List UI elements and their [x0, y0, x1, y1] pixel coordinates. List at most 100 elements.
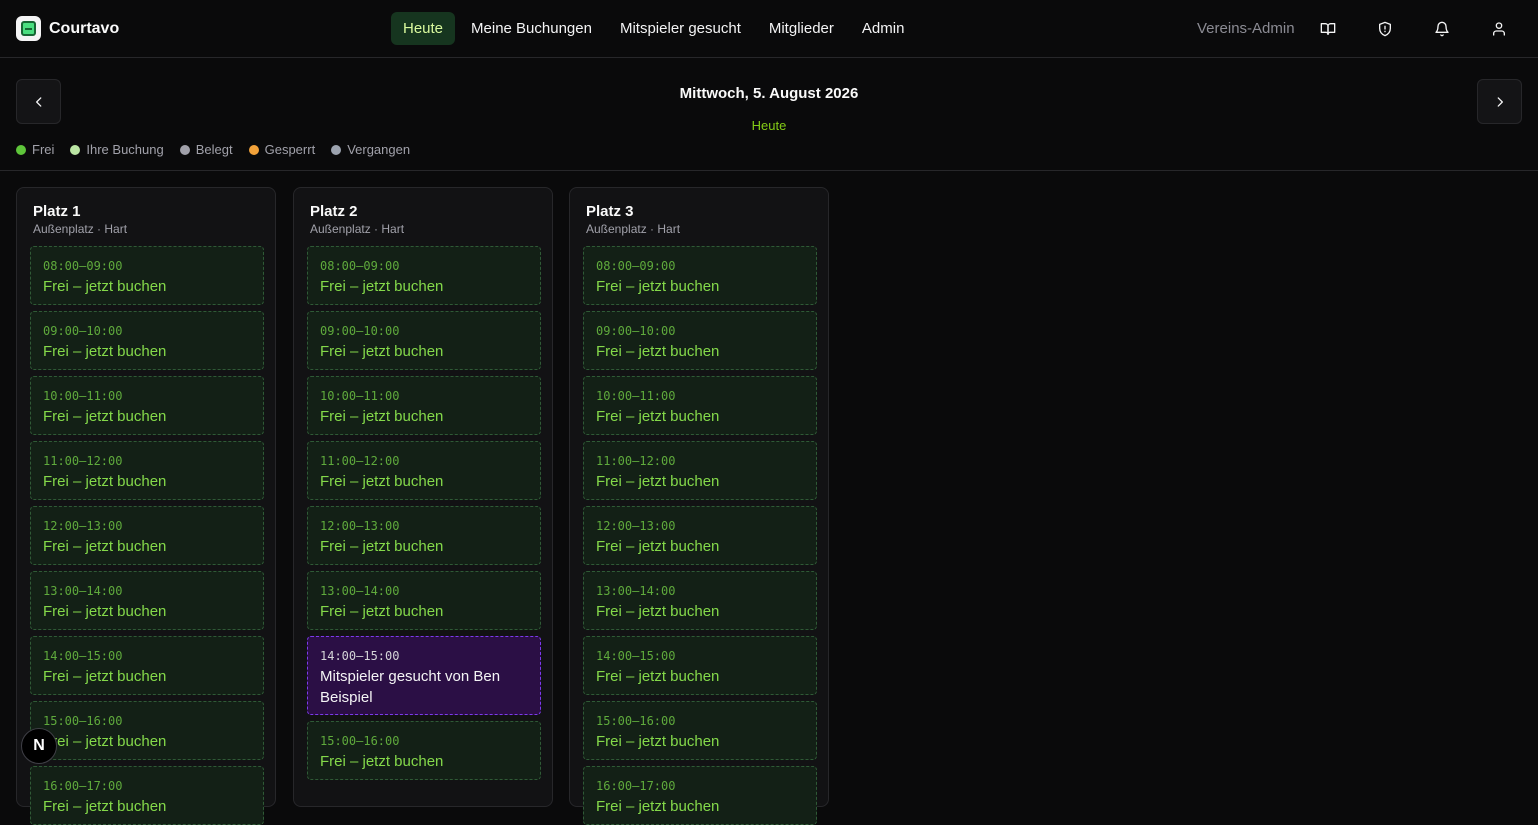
court-subtitle: Außenplatz · Hart — [586, 222, 681, 236]
nav-item-admin[interactable]: Admin — [850, 12, 917, 45]
legend-label: Ihre Buchung — [86, 142, 164, 157]
main-nav: Heute Meine Buchungen Mitspieler gesucht… — [391, 12, 916, 45]
time-slot-free[interactable]: 14:00–15:00 Frei – jetzt buchen — [583, 636, 817, 695]
slot-time: 15:00–16:00 — [596, 714, 676, 728]
slot-status: Mitspieler gesucht von Ben Beispiel — [320, 668, 501, 706]
date-navigation: Mittwoch, 5. August 2026 Heute Frei Ihre … — [0, 58, 1538, 171]
time-slot-free[interactable]: 16:00–17:00 Frei – jetzt buchen — [583, 766, 817, 825]
time-slot-free[interactable]: 09:00–10:00 Frei – jetzt buchen — [307, 311, 541, 370]
slot-status: Frei – jetzt buchen — [596, 343, 720, 360]
time-slot-free[interactable]: 13:00–14:00 Frei – jetzt buchen — [307, 571, 541, 630]
court-subtitle: Außenplatz · Hart — [310, 222, 405, 236]
slot-time: 11:00–12:00 — [43, 454, 123, 468]
time-slot-free[interactable]: 10:00–11:00 Frei – jetzt buchen — [307, 376, 541, 435]
slot-time: 08:00–09:00 — [43, 259, 123, 273]
time-slot-free[interactable]: 09:00–10:00 Frei – jetzt buchen — [30, 311, 264, 370]
court-subtitle: Außenplatz · Hart — [33, 222, 128, 236]
time-slot-free[interactable]: 12:00–13:00 Frei – jetzt buchen — [583, 506, 817, 565]
time-slot-free[interactable]: 08:00–09:00 Frei – jetzt buchen — [583, 246, 817, 305]
legend-label: Belegt — [195, 142, 233, 157]
slot-status: Frei – jetzt buchen — [596, 408, 720, 425]
slot-status: Frei – jetzt buchen — [43, 603, 167, 620]
user-icon[interactable] — [1488, 18, 1510, 40]
legend-label: Vergangen — [347, 142, 411, 157]
slot-status: Frei – jetzt buchen — [320, 753, 444, 770]
time-slot-free[interactable]: 08:00–09:00 Frei – jetzt buchen — [30, 246, 264, 305]
status-legend: Frei Ihre Buchung Belegt Gesperrt Vergangen — [16, 142, 410, 157]
time-slot-free[interactable]: 10:00–11:00 Frei – jetzt buchen — [583, 376, 817, 435]
slot-status: Frei – jetzt buchen — [596, 473, 720, 490]
slot-status: Frei – jetzt buchen — [320, 343, 444, 360]
legend-item: Belegt — [179, 142, 233, 157]
slot-status: Frei – jetzt buchen — [596, 538, 720, 555]
book-icon[interactable] — [1317, 18, 1339, 40]
slot-time: 09:00–10:00 — [596, 324, 676, 338]
slot-status: Frei – jetzt buchen — [320, 408, 444, 425]
slot-status: Frei – jetzt buchen — [596, 668, 720, 685]
slot-status: Frei – jetzt buchen — [320, 603, 444, 620]
slot-time: 14:00–15:00 — [43, 649, 123, 663]
time-slot-partner-search[interactable]: 14:00–15:00 Mitspieler gesucht von Ben Be… — [307, 636, 541, 715]
today-link[interactable]: Heute — [0, 118, 1538, 133]
nav-item-mitspieler-gesucht[interactable]: Mitspieler gesucht — [608, 12, 753, 45]
legend-item: Vergangen — [331, 142, 410, 157]
legend-item: Ihre Buchung — [70, 142, 164, 157]
next-day-button[interactable] — [1477, 79, 1522, 124]
role-label: Vereins-Admin — [1197, 20, 1295, 37]
time-slot-free[interactable]: 16:00–17:00 Frei – jetzt buchen — [30, 766, 264, 825]
slot-status: Frei – jetzt buchen — [596, 733, 720, 750]
slot-status: Frei – jetzt buchen — [596, 798, 720, 815]
nav-item-heute[interactable]: Heute — [391, 12, 456, 45]
slot-time: 09:00–10:00 — [320, 324, 400, 338]
time-slot-free[interactable]: 12:00–13:00 Frei – jetzt buchen — [30, 506, 264, 565]
slot-time: 12:00–13:00 — [596, 519, 676, 533]
court-name: Platz 2 — [310, 203, 358, 220]
slot-status: Frei – jetzt buchen — [43, 798, 167, 815]
slot-status: Frei – jetzt buchen — [43, 343, 167, 360]
time-slot-free[interactable]: 11:00–12:00 Frei – jetzt buchen — [30, 441, 264, 500]
slot-status: Frei – jetzt buchen — [320, 473, 444, 490]
nav-item-meine-buchungen[interactable]: Meine Buchungen — [459, 12, 604, 45]
court-column: Platz 1 Außenplatz · Hart 08:00–09:00 Frei … — [16, 187, 276, 825]
legend-label: Gesperrt — [264, 142, 316, 157]
time-slot-free[interactable]: 15:00–16:00 Frei – jetzt buchen — [30, 701, 264, 760]
slot-status: Frei – jetzt buchen — [596, 603, 720, 620]
time-slot-free[interactable]: 15:00–16:00 Frei – jetzt buchen — [307, 721, 541, 780]
time-slot-free[interactable]: 12:00–13:00 Frei – jetzt buchen — [307, 506, 541, 565]
time-slot-free[interactable]: 09:00–10:00 Frei – jetzt buchen — [583, 311, 817, 370]
slot-status: Frei – jetzt buchen — [43, 278, 167, 295]
time-slot-free[interactable]: 13:00–14:00 Frei – jetzt buchen — [30, 571, 264, 630]
time-slot-free[interactable]: 15:00–16:00 Frei – jetzt buchen — [583, 701, 817, 760]
time-slot-free[interactable]: 13:00–14:00 Frei – jetzt buchen — [583, 571, 817, 630]
slot-status: Frei – jetzt buchen — [43, 668, 167, 685]
legend-dot — [179, 144, 190, 155]
slot-time: 16:00–17:00 — [43, 779, 123, 793]
court-column: Platz 3 Außenplatz · Hart 08:00–09:00 Frei … — [569, 187, 829, 825]
slot-time: 14:00–15:00 — [320, 649, 400, 663]
slot-time: 13:00–14:00 — [596, 584, 676, 598]
time-slot-free[interactable]: 14:00–15:00 Frei – jetzt buchen — [30, 636, 264, 695]
slot-status: Frei – jetzt buchen — [43, 733, 167, 750]
top-navigation-bar: Courtavo Heute Meine Buchungen Mitspiele… — [0, 0, 1538, 58]
time-slot-free[interactable]: 11:00–12:00 Frei – jetzt buchen — [583, 441, 817, 500]
court-name: Platz 3 — [586, 203, 634, 220]
slot-status: Frei – jetzt buchen — [320, 278, 444, 295]
time-slot-free[interactable]: 11:00–12:00 Frei – jetzt buchen — [307, 441, 541, 500]
dev-tools-letter: N — [33, 737, 45, 754]
slot-time: 11:00–12:00 — [596, 454, 676, 468]
app-logo[interactable]: Courtavo — [16, 16, 119, 41]
bell-icon[interactable] — [1431, 18, 1453, 40]
legend-dot — [70, 144, 81, 155]
dev-tools-badge[interactable]: N — [21, 728, 57, 764]
time-slot-free[interactable]: 08:00–09:00 Frei – jetzt buchen — [307, 246, 541, 305]
chevron-right-icon — [1497, 96, 1503, 107]
slot-time: 12:00–13:00 — [320, 519, 400, 533]
time-slot-free[interactable]: 10:00–11:00 Frei – jetzt buchen — [30, 376, 264, 435]
slot-time: 14:00–15:00 — [596, 649, 676, 663]
nav-item-mitglieder[interactable]: Mitglieder — [757, 12, 846, 45]
slot-time: 13:00–14:00 — [43, 584, 123, 598]
legend-item: Frei — [16, 142, 54, 157]
slot-status: Frei – jetzt buchen — [596, 278, 720, 295]
shield-icon[interactable] — [1374, 18, 1396, 40]
logo-icon — [16, 16, 41, 41]
